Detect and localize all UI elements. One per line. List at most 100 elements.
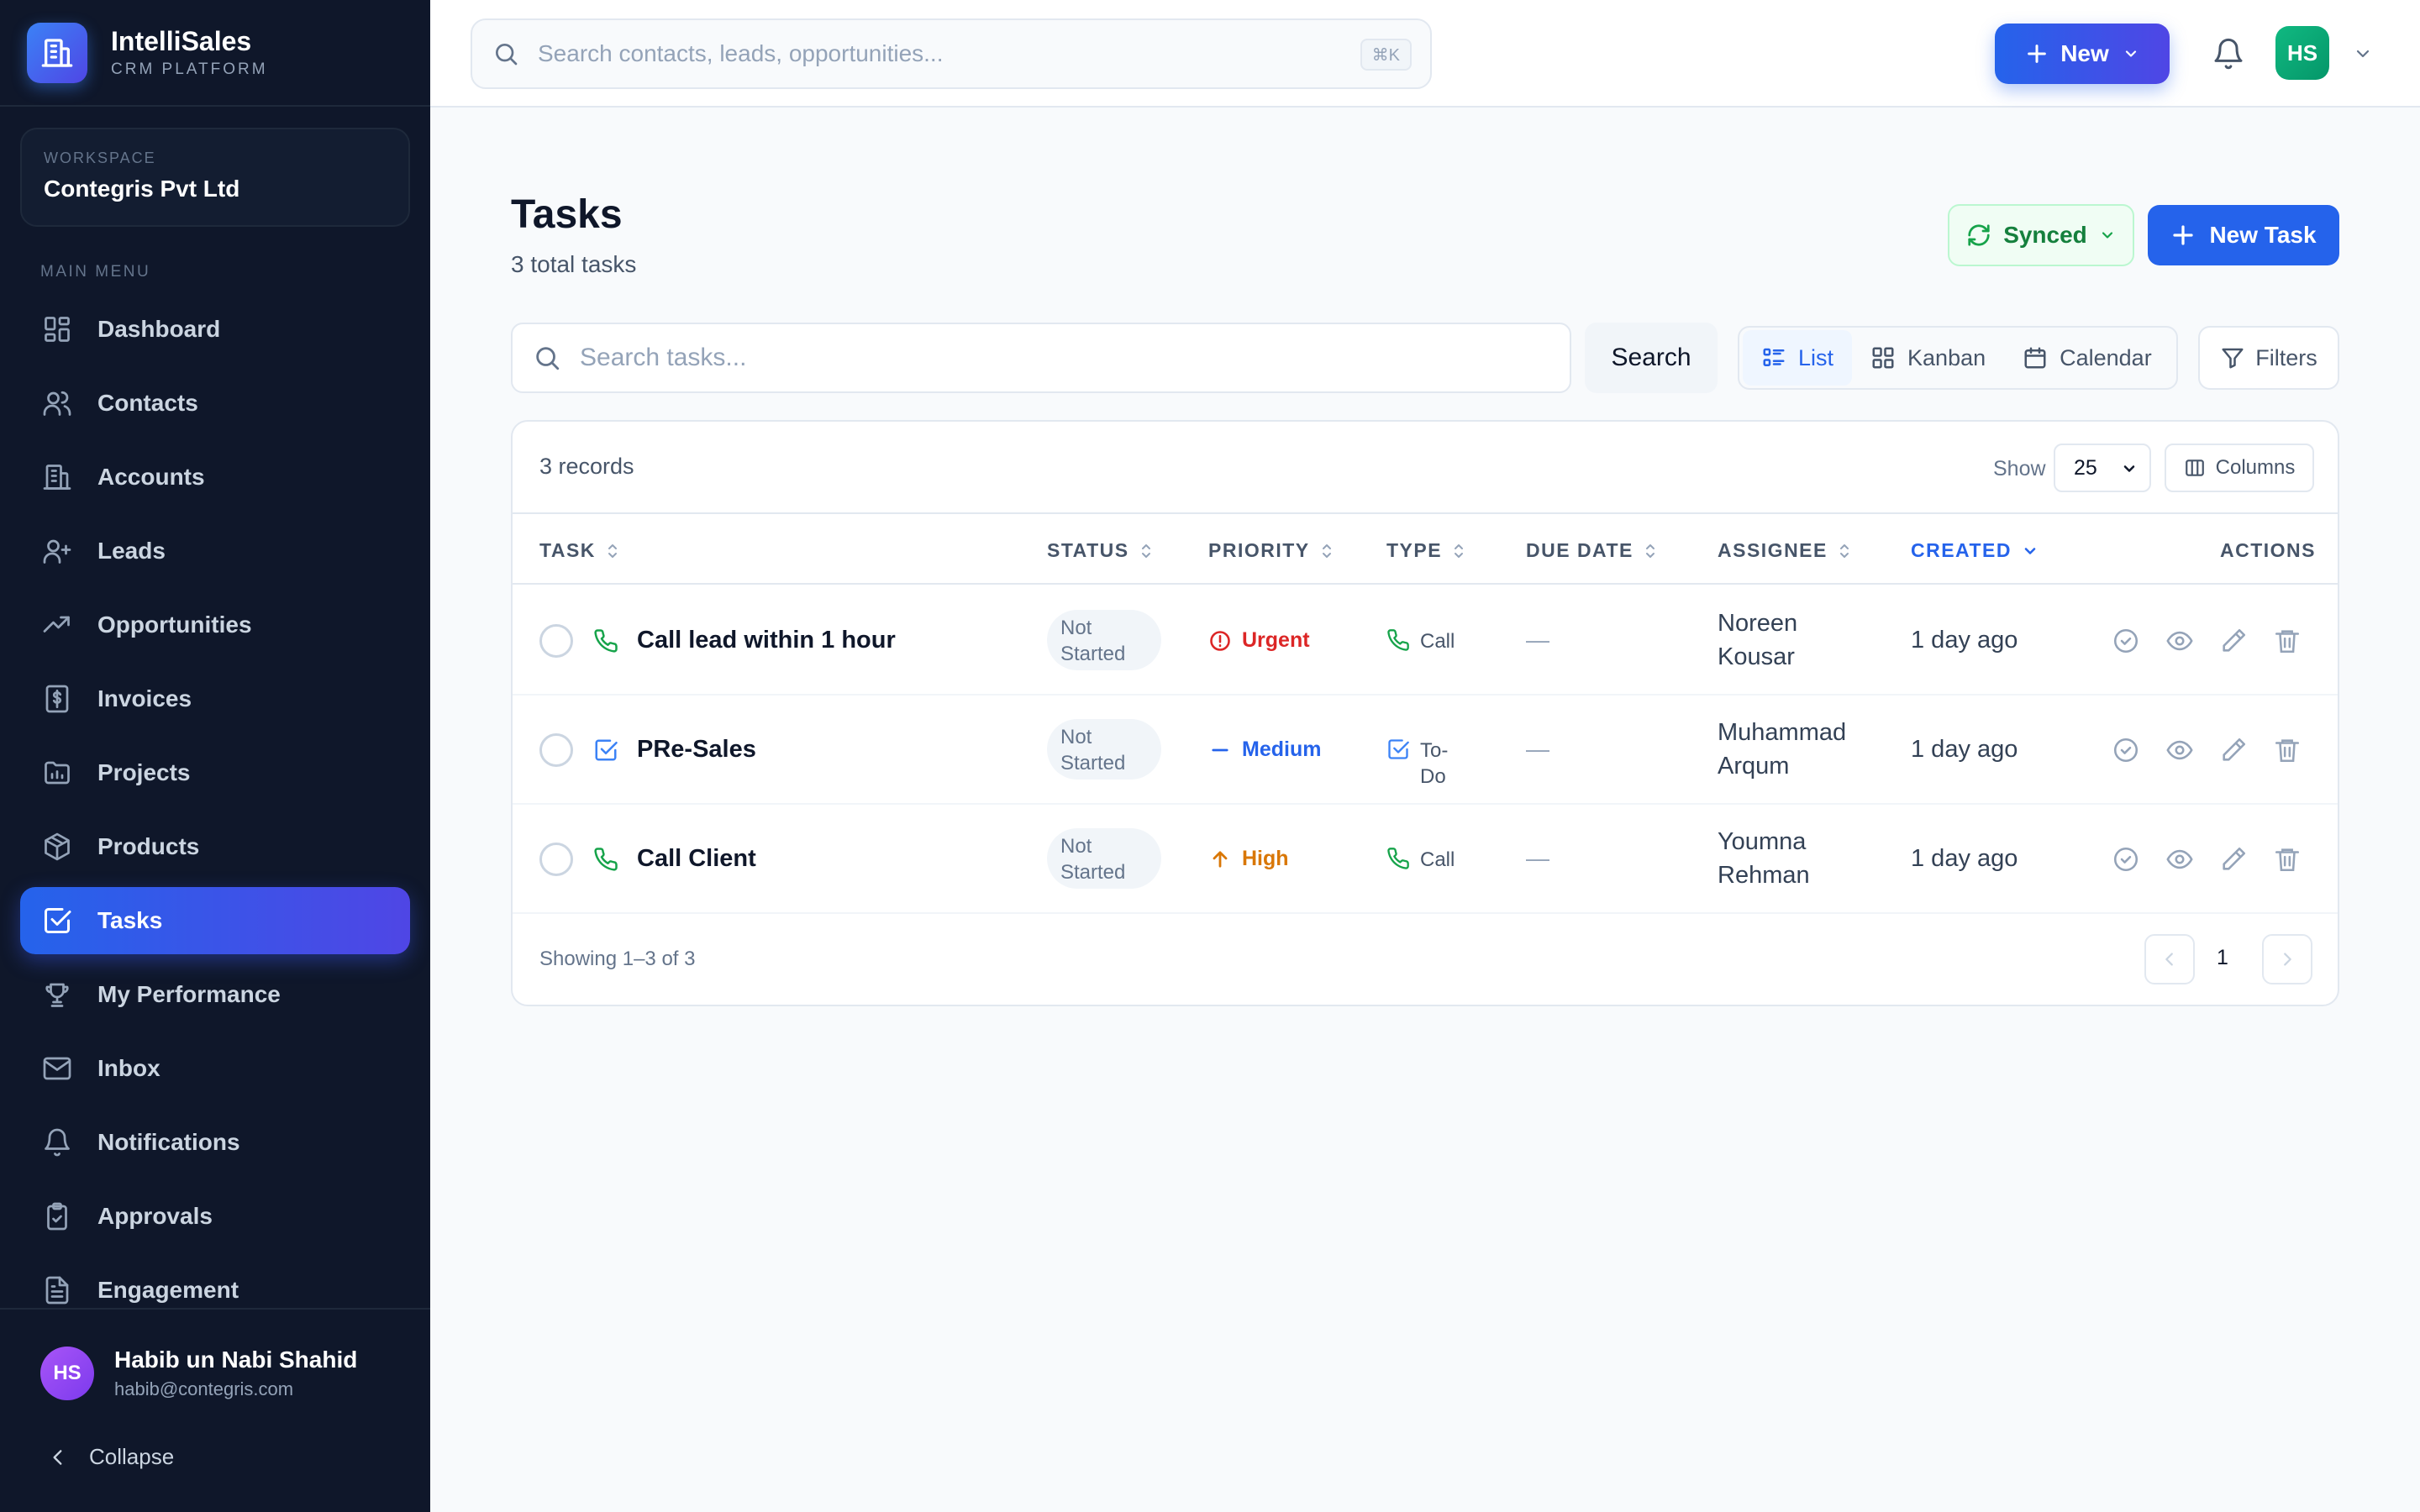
sidebar-item-products[interactable]: Products (20, 813, 410, 880)
complete-check-icon[interactable] (2109, 733, 2143, 767)
user-plus-icon (40, 534, 74, 568)
status-badge: Not Started (1047, 610, 1161, 670)
sort-icon (606, 543, 619, 559)
sidebar-item-projects[interactable]: Projects (20, 739, 410, 806)
table-row[interactable]: Call lead within 1 hour Not Started Urge… (513, 586, 2338, 696)
sidebar-item-contacts[interactable]: Contacts (20, 370, 410, 437)
column-header-label: DUE DATE (1526, 539, 1634, 561)
user-avatar-button[interactable]: HS (2275, 26, 2329, 80)
delete-trash-icon[interactable] (2270, 733, 2304, 767)
assignee: Noreen Kousar (1718, 610, 1798, 670)
folder-chart-icon (40, 756, 74, 790)
table-row[interactable]: Call Client Not Started High Call — Youm… (513, 805, 2338, 914)
sidebar-item-label: Products (97, 833, 200, 859)
edit-pencil-icon[interactable] (2217, 624, 2250, 658)
search-button[interactable]: Search (1585, 323, 1718, 393)
delete-trash-icon[interactable] (2270, 843, 2304, 876)
arrow-up-icon (1208, 848, 1232, 871)
filters-button[interactable]: Filters (2198, 326, 2339, 390)
sidebar: IntelliSales CRM PLATFORM WORKSPACE Cont… (0, 0, 430, 1512)
sidebar-item-approvals[interactable]: Approvals (20, 1183, 410, 1250)
trending-up-icon (40, 608, 74, 642)
column-header-label: STATUS (1047, 539, 1129, 561)
sidebar-item-invoices[interactable]: Invoices (20, 665, 410, 732)
priority-label: Urgent (1242, 628, 1310, 652)
sidebar-item-inbox[interactable]: Inbox (20, 1035, 410, 1102)
sidebar-item-label: Opportunities (97, 612, 252, 638)
sidebar-item-my-performance[interactable]: My Performance (20, 961, 410, 1028)
view-list-button[interactable]: List (1743, 330, 1853, 386)
view-eye-icon[interactable] (2163, 843, 2196, 876)
global-search-input[interactable]: Search contacts, leads, opportunities...… (471, 18, 1432, 89)
top-bar: Search contacts, leads, opportunities...… (430, 0, 2420, 108)
column-header-due-date[interactable]: DUE DATE (1526, 539, 1657, 562)
complete-check-icon[interactable] (2109, 843, 2143, 876)
edit-pencil-icon[interactable] (2217, 733, 2250, 767)
user-profile[interactable]: HS Habib un Nabi Shahid habib@contegris.… (0, 1310, 430, 1400)
column-header-created[interactable]: CREATED (1911, 539, 2039, 562)
task-type-label: Call (1420, 848, 1455, 871)
workspace-switcher[interactable]: WORKSPACE Contegris Pvt Ltd (20, 128, 410, 227)
column-header-priority[interactable]: PRIORITY (1208, 539, 1334, 562)
sync-status-button[interactable]: Synced (1948, 204, 2134, 266)
column-header-task[interactable]: TASK (539, 539, 619, 562)
column-header-status[interactable]: STATUS (1047, 539, 1153, 562)
row-actions (2109, 733, 2324, 767)
main-nav: Dashboard Contacts Accounts Leads Opport… (20, 296, 410, 1331)
task-search-input[interactable]: Search tasks... (511, 323, 1571, 393)
columns-button[interactable]: Columns (2165, 444, 2314, 492)
table-row[interactable]: PRe-Sales Not Started Medium To-Do — Muh… (513, 696, 2338, 805)
task-name[interactable]: Call lead within 1 hour (637, 627, 896, 654)
page-size-label: Show (1993, 457, 2046, 480)
filters-label: Filters (2255, 344, 2317, 370)
new-button-label: New (2060, 40, 2109, 66)
current-page-number[interactable]: 1 (2217, 946, 2228, 970)
view-kanban-button[interactable]: Kanban (1852, 330, 2004, 386)
sidebar-item-dashboard[interactable]: Dashboard (20, 296, 410, 363)
complete-task-checkbox[interactable] (539, 733, 573, 767)
sidebar-item-leads[interactable]: Leads (20, 517, 410, 585)
collapse-label: Collapse (89, 1444, 175, 1469)
keyboard-shortcut-hint: ⌘K (1360, 39, 1412, 71)
new-task-button[interactable]: New Task (2148, 205, 2339, 265)
phone-icon (593, 628, 618, 654)
sidebar-item-label: Approvals (97, 1203, 213, 1229)
assignee: Muhammad Arqum (1718, 719, 1847, 780)
view-eye-icon[interactable] (2163, 624, 2196, 658)
task-name[interactable]: PRe-Sales (637, 736, 756, 764)
page-size-select[interactable]: 25 (2054, 444, 2151, 492)
complete-check-icon[interactable] (2109, 624, 2143, 658)
delete-trash-icon[interactable] (2270, 624, 2304, 658)
column-header-assignee[interactable]: ASSIGNEE (1718, 539, 1851, 562)
main-menu-label: MAIN MENU (40, 263, 151, 281)
column-header-label: ASSIGNEE (1718, 539, 1828, 561)
sidebar-item-notifications[interactable]: Notifications (20, 1109, 410, 1176)
complete-task-checkbox[interactable] (539, 843, 573, 876)
edit-pencil-icon[interactable] (2217, 843, 2250, 876)
workspace-name: Contegris Pvt Ltd (44, 176, 240, 202)
previous-page-button[interactable] (2144, 934, 2195, 984)
sidebar-item-opportunities[interactable]: Opportunities (20, 591, 410, 659)
task-name[interactable]: Call Client (637, 845, 756, 873)
alert-circle-icon (1208, 629, 1232, 653)
dashboard-icon (40, 312, 74, 346)
column-header-type[interactable]: TYPE (1386, 539, 1465, 562)
assignee: Youmna Rehman (1718, 828, 1810, 889)
sidebar-item-tasks[interactable]: Tasks (20, 887, 410, 954)
avatar: HS (40, 1347, 94, 1400)
complete-task-checkbox[interactable] (539, 624, 573, 658)
new-button[interactable]: New (1995, 24, 2170, 84)
view-eye-icon[interactable] (2163, 733, 2196, 767)
next-page-button[interactable] (2262, 934, 2312, 984)
column-header-actions: ACTIONS (2220, 539, 2316, 561)
mail-icon (40, 1052, 74, 1085)
collapse-button[interactable]: Collapse (47, 1444, 174, 1470)
table-footer: Showing 1–3 of 3 1 (513, 912, 2338, 1005)
sidebar-item-label: Tasks (97, 907, 163, 933)
column-header-label: PRIORITY (1208, 539, 1310, 561)
chevron-down-icon[interactable] (2353, 44, 2373, 64)
notifications-bell-icon[interactable] (2212, 37, 2245, 71)
trophy-icon (40, 978, 74, 1011)
sidebar-item-accounts[interactable]: Accounts (20, 444, 410, 511)
view-calendar-button[interactable]: Calendar (2004, 330, 2170, 386)
